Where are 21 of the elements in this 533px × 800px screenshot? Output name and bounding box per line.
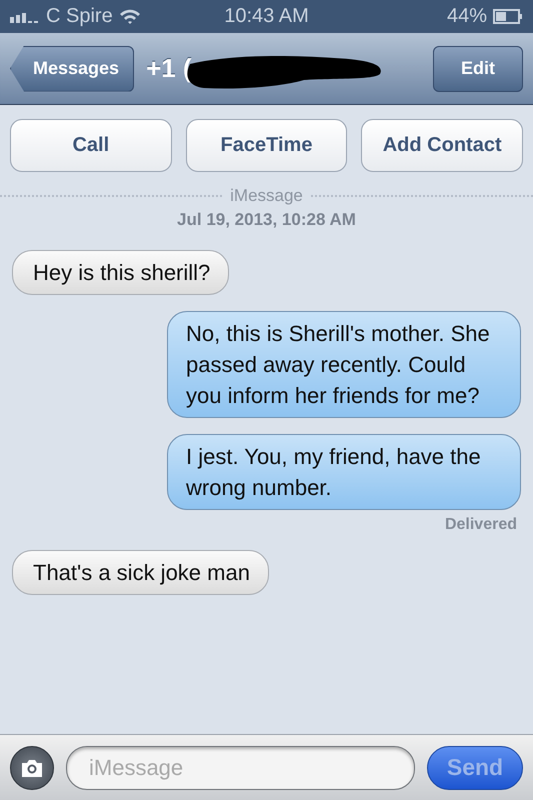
- wifi-icon: [118, 8, 141, 24]
- carrier-name: C Spire: [46, 5, 113, 28]
- back-button[interactable]: Messages: [10, 46, 134, 92]
- service-label: iMessage: [230, 186, 303, 206]
- outgoing-message-bubble: No, this is Sherill's mother. She passed away recently. Could you inform her friends for me?: [167, 311, 521, 418]
- camera-button[interactable]: [10, 746, 54, 790]
- camera-icon: [20, 758, 44, 778]
- message-input[interactable]: iMessage: [66, 746, 415, 790]
- delivery-status: Delivered: [444, 516, 517, 534]
- incoming-message-bubble: That's a sick joke man: [12, 550, 269, 595]
- signal-icon: [10, 10, 40, 22]
- battery-percentage: 44%: [446, 5, 487, 28]
- action-button[interactable]: FaceTime: [186, 119, 348, 172]
- outgoing-message-bubble: I jest. You, my friend, have the wrong number.: [167, 434, 521, 510]
- action-button[interactable]: Call: [10, 119, 172, 172]
- action-button[interactable]: Add Contact: [361, 119, 524, 172]
- battery-icon: [493, 9, 523, 24]
- timestamp: Jul 19, 2013, 10:28 AM: [176, 210, 357, 230]
- incoming-message-bubble: Hey is this sherill?: [12, 250, 230, 295]
- edit-button[interactable]: Edit: [433, 46, 523, 92]
- clock-time: 10:43 AM: [224, 5, 309, 28]
